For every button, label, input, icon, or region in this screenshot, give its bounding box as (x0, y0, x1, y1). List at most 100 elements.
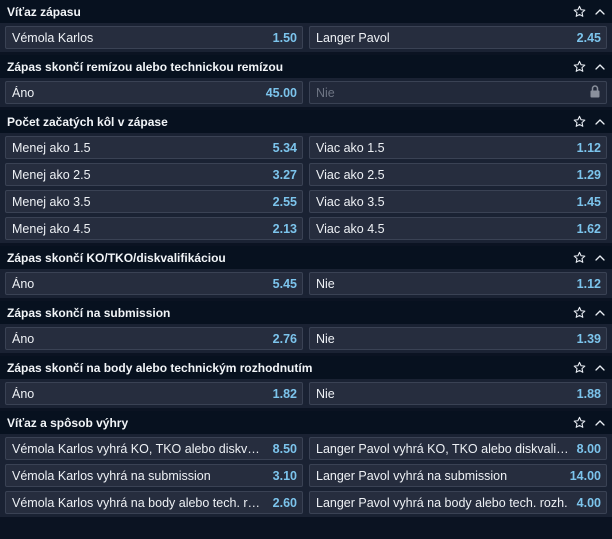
outcome-button[interactable]: Langer Pavol vyhrá na body alebo tech. r… (309, 491, 607, 514)
outcome-label: Menej ako 4.5 (12, 221, 91, 236)
market-section: Víťaz a spôsob výhry Vémola Karlos vyhrá … (0, 411, 612, 517)
outcome-button[interactable]: Viac ako 1.5 1.12 (309, 136, 607, 159)
outcome-button[interactable]: Menej ako 2.5 3.27 (5, 163, 303, 186)
market-outcomes: Áno 1.82 Nie 1.88 (0, 379, 612, 408)
outcome-row: Áno 5.45 Nie 1.12 (5, 272, 607, 295)
market-header-actions (573, 416, 606, 429)
market-section: Zápas skončí KO/TKO/diskvalifikáciou Áno 5… (0, 246, 612, 298)
outcome-button[interactable]: Áno 2.76 (5, 327, 303, 350)
outcome-row: Menej ako 2.5 3.27 Viac ako 2.5 1.29 (5, 163, 607, 186)
outcome-label: Viac ako 3.5 (316, 194, 385, 209)
market-header-actions (573, 306, 606, 319)
outcome-label: Vémola Karlos vyhrá na body alebo tech. … (12, 495, 267, 510)
market-outcomes: Menej ako 1.5 5.34 Viac ako 1.5 1.12 Menej a… (0, 133, 612, 243)
outcome-button[interactable]: Nie 1.12 (309, 272, 607, 295)
chevron-up-icon[interactable] (594, 116, 606, 128)
outcome-button[interactable]: Áno 1.82 (5, 382, 303, 405)
chevron-up-icon[interactable] (594, 362, 606, 374)
odds-value: 8.00 (576, 441, 601, 456)
outcome-button[interactable]: Langer Pavol vyhrá KO, TKO alebo diskval… (309, 437, 607, 460)
star-outline-icon[interactable] (573, 60, 586, 73)
outcome-label: Viac ako 2.5 (316, 167, 385, 182)
lock-icon (589, 84, 601, 101)
outcome-label: Viac ako 1.5 (316, 140, 385, 155)
outcome-button[interactable]: Menej ako 1.5 5.34 (5, 136, 303, 159)
outcome-button[interactable]: Viac ako 3.5 1.45 (309, 190, 607, 213)
outcome-button[interactable]: Nie 1.88 (309, 382, 607, 405)
star-outline-icon[interactable] (573, 5, 586, 18)
outcome-label: Langer Pavol vyhrá na body alebo tech. r… (316, 495, 568, 510)
outcome-button[interactable]: Viac ako 4.5 1.62 (309, 217, 607, 240)
outcome-button[interactable]: Langer Pavol vyhrá na submission 14.00 (309, 464, 607, 487)
market-section: Zápas skončí remízou alebo technickou re… (0, 55, 612, 107)
market-outcomes: Vémola Karlos vyhrá KO, TKO alebo diskva… (0, 434, 612, 517)
market-section: Zápas skončí na submission Áno 2.76 Nie 1.39 (0, 301, 612, 353)
outcome-button[interactable]: Áno 5.45 (5, 272, 303, 295)
star-outline-icon[interactable] (573, 416, 586, 429)
market-title: Zápas skončí remízou alebo technickou re… (7, 59, 284, 74)
market-header-actions (573, 5, 606, 18)
outcome-button[interactable]: Vémola Karlos vyhrá na body alebo tech. … (5, 491, 303, 514)
outcome-button[interactable]: Menej ako 3.5 2.55 (5, 190, 303, 213)
star-outline-icon[interactable] (573, 306, 586, 319)
odds-value: 1.12 (576, 140, 601, 155)
market-title: Víťaz a spôsob výhry (7, 415, 129, 430)
outcome-button[interactable]: Áno 45.00 (5, 81, 303, 104)
chevron-up-icon[interactable] (594, 6, 606, 18)
odds-value: 1.45 (576, 194, 601, 209)
market-title: Víťaz zápasu (7, 4, 81, 19)
odds-value: 2.13 (272, 221, 297, 236)
market-header[interactable]: Zápas skončí na body alebo technickým ro… (0, 356, 612, 379)
market-header-actions (573, 60, 606, 73)
market-title: Zápas skončí KO/TKO/diskvalifikáciou (7, 250, 226, 265)
chevron-up-icon[interactable] (594, 417, 606, 429)
market-header[interactable]: Zápas skončí na submission (0, 301, 612, 324)
odds-value: 3.27 (272, 167, 297, 182)
market-title: Zápas skončí na submission (7, 305, 171, 320)
odds-value: 2.55 (272, 194, 297, 209)
odds-value: 1.88 (576, 386, 601, 401)
outcome-button[interactable]: Vémola Karlos 1.50 (5, 26, 303, 49)
outcome-row: Vémola Karlos vyhrá KO, TKO alebo diskva… (5, 437, 607, 460)
outcome-row: Vémola Karlos 1.50 Langer Pavol 2.45 (5, 26, 607, 49)
market-header[interactable]: Zápas skončí KO/TKO/diskvalifikáciou (0, 246, 612, 269)
chevron-up-icon[interactable] (594, 61, 606, 73)
odds-value: 3.10 (272, 468, 297, 483)
outcome-button[interactable]: Nie 1.39 (309, 327, 607, 350)
outcome-label: Áno (12, 85, 35, 100)
market-header-actions (573, 361, 606, 374)
odds-value: 1.50 (272, 30, 297, 45)
outcome-button[interactable]: Langer Pavol 2.45 (309, 26, 607, 49)
outcome-row: Menej ako 1.5 5.34 Viac ako 1.5 1.12 (5, 136, 607, 159)
market-header[interactable]: Zápas skončí remízou alebo technickou re… (0, 55, 612, 78)
odds-value: 1.62 (576, 221, 601, 236)
market-header-actions (573, 115, 606, 128)
outcome-button[interactable]: Vémola Karlos vyhrá KO, TKO alebo diskva… (5, 437, 303, 460)
star-outline-icon[interactable] (573, 361, 586, 374)
market-header-actions (573, 251, 606, 264)
outcome-row: Vémola Karlos vyhrá na body alebo tech. … (5, 491, 607, 514)
odds-value: 8.50 (272, 441, 297, 456)
market-outcomes: Vémola Karlos 1.50 Langer Pavol 2.45 (0, 23, 612, 52)
star-outline-icon[interactable] (573, 115, 586, 128)
outcome-button[interactable]: Menej ako 4.5 2.13 (5, 217, 303, 240)
outcome-label: Menej ako 1.5 (12, 140, 91, 155)
odds-value: 1.82 (272, 386, 297, 401)
market-section: Víťaz zápasu Vémola Karlos 1.50 Langer Pavo… (0, 0, 612, 52)
market-header[interactable]: Počet začatých kôl v zápase (0, 110, 612, 133)
market-outcomes: Áno 5.45 Nie 1.12 (0, 269, 612, 298)
outcome-button[interactable]: Viac ako 2.5 1.29 (309, 163, 607, 186)
market-header[interactable]: Víťaz a spôsob výhry (0, 411, 612, 434)
chevron-up-icon[interactable] (594, 307, 606, 319)
market-header[interactable]: Víťaz zápasu (0, 0, 612, 23)
odds-value: 2.60 (272, 495, 297, 510)
outcome-button-locked: Nie (309, 81, 607, 104)
outcome-label: Menej ako 3.5 (12, 194, 91, 209)
market-section: Zápas skončí na body alebo technickým ro… (0, 356, 612, 408)
chevron-up-icon[interactable] (594, 252, 606, 264)
outcome-button[interactable]: Vémola Karlos vyhrá na submission 3.10 (5, 464, 303, 487)
odds-value: 4.00 (576, 495, 601, 510)
market-outcomes: Áno 45.00 Nie (0, 78, 612, 107)
outcome-label: Langer Pavol (316, 30, 390, 45)
star-outline-icon[interactable] (573, 251, 586, 264)
